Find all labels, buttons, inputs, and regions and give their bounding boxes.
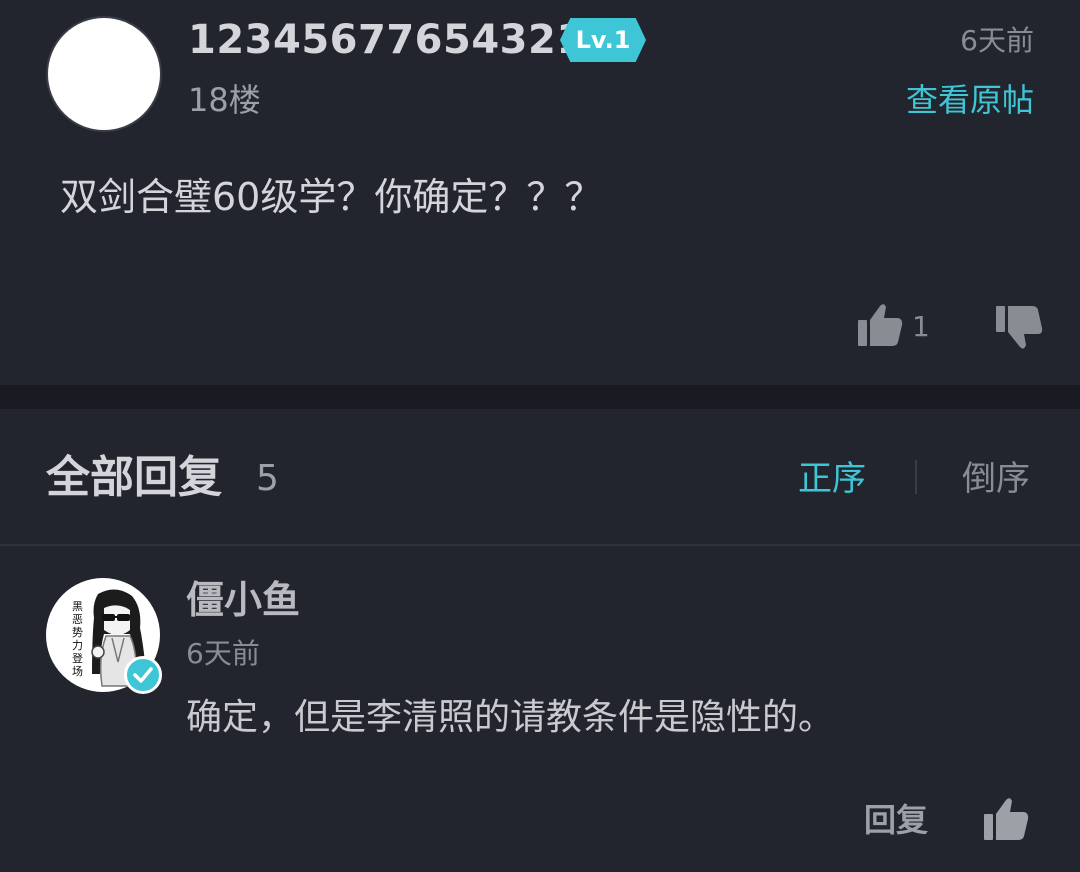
thumbs-up-icon[interactable]	[982, 796, 1030, 842]
avatar-char-6: 场	[72, 664, 83, 678]
reply-content: 确定，但是李清照的请教条件是隐性的。	[186, 697, 835, 738]
section-divider	[0, 385, 1080, 409]
sort-descending-tab[interactable]: 倒序	[962, 458, 1030, 500]
avatar-char-1: 黑	[72, 600, 83, 613]
reply-button[interactable]: 回复	[864, 800, 928, 840]
post-content: 双剑合璧60级学？你确定？？？	[60, 175, 603, 219]
sort-separator	[915, 460, 917, 494]
avatar-char-3: 势	[72, 626, 83, 639]
level-badge: Lv.1	[560, 18, 646, 62]
replies-count: 5	[256, 458, 279, 499]
post-timestamp: 6天前	[960, 24, 1034, 57]
avatar-char-2: 恶	[72, 613, 83, 626]
reply-timestamp: 6天前	[186, 637, 260, 670]
avatar-char-4: 力	[72, 639, 83, 652]
verified-badge-icon	[124, 656, 162, 694]
thumbs-up-icon[interactable]	[856, 302, 904, 348]
post-username[interactable]: 123456776543211	[188, 14, 613, 66]
floor-number: 18楼	[188, 81, 261, 119]
avatar-char-5: 登	[72, 651, 83, 665]
thumbs-down-icon[interactable]	[994, 304, 1044, 352]
reply-username[interactable]: 僵小鱼	[186, 576, 300, 624]
post-avatar[interactable]	[46, 16, 162, 132]
replies-title: 全部回复	[46, 452, 222, 503]
original-post: 123456776543211 Lv.1 18楼 6天前 查看原帖 双剑合璧60…	[0, 0, 1080, 385]
view-original-link[interactable]: 查看原帖	[906, 80, 1034, 120]
sort-ascending-tab[interactable]: 正序	[798, 458, 866, 500]
header-divider	[0, 544, 1080, 546]
like-count: 1	[912, 310, 930, 343]
